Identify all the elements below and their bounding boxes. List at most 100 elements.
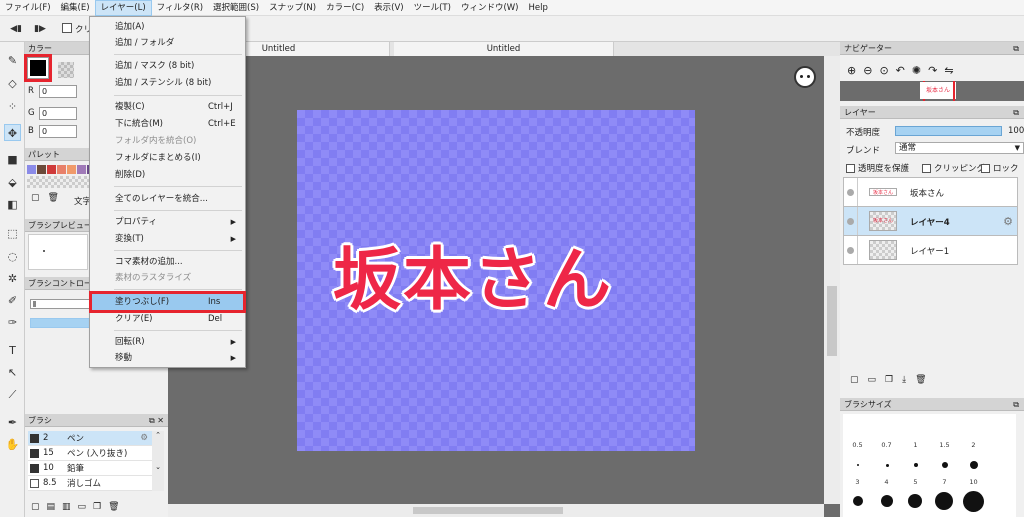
- panel-float-icon[interactable]: ⧉: [1013, 398, 1019, 411]
- blend-select[interactable]: 通常 ▼: [895, 142, 1024, 154]
- rotate-reset-icon[interactable]: ✺: [912, 64, 921, 77]
- brush-size-3[interactable]: 3: [843, 478, 872, 486]
- scrollbar-thumb[interactable]: [827, 286, 837, 356]
- new-folder-icon[interactable]: ▭: [868, 375, 877, 385]
- pen-tool-icon[interactable]: ✎: [4, 52, 21, 69]
- zoom-actual-icon[interactable]: ⊙: [879, 64, 888, 77]
- operation-tool-icon[interactable]: ↖: [4, 364, 21, 381]
- brush-size-1[interactable]: 1: [901, 441, 930, 449]
- bucket-tool-icon[interactable]: ⬙: [4, 174, 21, 191]
- palette-swatch[interactable]: [47, 165, 56, 174]
- brush-size-dot[interactable]: [935, 492, 953, 510]
- dot-tool-icon[interactable]: ⁘: [4, 98, 21, 115]
- eraser-tool-icon[interactable]: ◇: [4, 75, 21, 92]
- panel-float-icon[interactable]: ⧉: [1013, 42, 1019, 55]
- brush-size-5[interactable]: 5: [901, 478, 930, 486]
- brush-size-dot[interactable]: [908, 494, 922, 508]
- eyedropper-icon[interactable]: ✒: [4, 414, 21, 431]
- palette-swatch[interactable]: [27, 165, 36, 174]
- lock-checkbox[interactable]: ロック: [981, 162, 1019, 174]
- menu-item-duplicate[interactable]: 複製(C) Ctrl+J: [91, 99, 244, 115]
- brush-size-1.5[interactable]: 1.5: [930, 441, 959, 449]
- brush-item-pencil[interactable]: 10 鉛筆: [28, 461, 152, 476]
- palette-swatch[interactable]: [77, 165, 86, 174]
- menu-item-rotate[interactable]: 回転(R) ▶: [91, 334, 244, 350]
- palette-empty-swatches[interactable]: [27, 176, 89, 188]
- brush-size-10[interactable]: 10: [959, 478, 988, 486]
- menu-item-properties[interactable]: プロパティ ▶: [91, 214, 244, 230]
- zoom-in-icon[interactable]: ⊕: [847, 64, 856, 77]
- b-input[interactable]: 0: [39, 125, 77, 138]
- menu-view[interactable]: 表示(V): [369, 0, 408, 16]
- menu-layer[interactable]: レイヤー(L): [94, 0, 152, 16]
- menu-filter[interactable]: フィルタ(R): [152, 0, 208, 16]
- brush-list-scrollbar[interactable]: ⌃ ⌄: [152, 431, 164, 491]
- edit-brush-icon[interactable]: ▤: [47, 502, 56, 512]
- menu-item-add-mask[interactable]: 追加 / マスク (8 bit): [91, 58, 244, 74]
- menu-selection[interactable]: 選択範囲(S): [208, 0, 264, 16]
- palette-swatch[interactable]: [57, 165, 66, 174]
- hand-tool-icon[interactable]: ✋: [4, 436, 21, 453]
- slider-thumb[interactable]: [33, 301, 36, 307]
- tab-untitled-2[interactable]: Untitled: [394, 42, 614, 56]
- trash-icon[interactable]: 🗑: [48, 193, 59, 203]
- navigator-thumbnail[interactable]: 坂本さん: [840, 81, 1024, 101]
- layer-row-layer1[interactable]: レイヤー1: [843, 235, 1018, 265]
- menu-window[interactable]: ウィンドウ(W): [456, 0, 524, 16]
- brush-size-dot[interactable]: [963, 491, 984, 512]
- new-page-icon[interactable]: ▢: [31, 193, 40, 203]
- brush-size-0.7[interactable]: 0.7: [872, 441, 901, 449]
- brush-size-dot[interactable]: [853, 496, 863, 506]
- layer-row-sakamoto[interactable]: 坂本さん 坂本さん: [843, 177, 1018, 207]
- r-input[interactable]: 0: [39, 85, 77, 98]
- rotate-right-icon[interactable]: ↷: [928, 64, 937, 77]
- flip-icon[interactable]: ⇋: [944, 64, 953, 77]
- gear-icon[interactable]: ⚙: [140, 433, 148, 443]
- brush-size-0.5[interactable]: 0.5: [843, 441, 872, 449]
- brush-set-icon[interactable]: ▥: [62, 502, 71, 512]
- lasso-tool-icon[interactable]: ◌: [4, 248, 21, 265]
- checkbox-box[interactable]: [981, 163, 990, 173]
- gradient-tool-icon[interactable]: ◧: [4, 196, 21, 213]
- canvas-horizontal-scrollbar[interactable]: [168, 504, 824, 517]
- protect-alpha-checkbox[interactable]: 透明度を保護: [846, 162, 909, 174]
- brush-size-dot[interactable]: [881, 495, 893, 507]
- brush-size-dot[interactable]: [857, 464, 859, 466]
- menu-item-clear[interactable]: クリア(E) Del: [91, 311, 244, 327]
- drawing-canvas[interactable]: 坂本さん: [297, 110, 695, 451]
- menu-color[interactable]: カラー(C): [321, 0, 369, 16]
- visibility-icon[interactable]: [847, 247, 854, 254]
- move-tool-icon[interactable]: ✥: [4, 124, 21, 141]
- toolbar-checkbox[interactable]: [62, 23, 72, 33]
- new-layer-icon[interactable]: ▢: [850, 375, 859, 385]
- brush-size-2[interactable]: 2: [959, 441, 988, 449]
- brush-size-dot[interactable]: [886, 464, 889, 467]
- menu-file[interactable]: ファイル(F): [0, 0, 56, 16]
- select-eraser-icon[interactable]: ✑: [4, 314, 21, 331]
- trash-icon[interactable]: 🗑: [108, 502, 119, 512]
- prev-icon[interactable]: ◀▮: [9, 22, 23, 36]
- menu-item-move[interactable]: 移動 ▶: [91, 350, 244, 366]
- menu-help[interactable]: Help: [523, 0, 552, 16]
- menu-item-add[interactable]: 追加(A): [91, 19, 244, 35]
- menu-item-delete[interactable]: 削除(D): [91, 167, 244, 183]
- menu-item-merge-down[interactable]: 下に統合(M) Ctrl+E: [91, 116, 244, 132]
- palette-swatch[interactable]: [37, 165, 46, 174]
- scrollbar-thumb[interactable]: [413, 507, 563, 514]
- text-tool-icon[interactable]: T: [4, 342, 21, 359]
- checkbox-box[interactable]: [846, 163, 855, 173]
- brush-size-dot[interactable]: [942, 462, 948, 468]
- brush-size-dot[interactable]: [914, 463, 918, 467]
- brush-size-dot[interactable]: [970, 461, 978, 469]
- visibility-icon[interactable]: [847, 189, 854, 196]
- next-icon[interactable]: ▮▶: [33, 22, 47, 36]
- gear-icon[interactable]: ⚙: [1003, 215, 1013, 228]
- layer-row-layer4[interactable]: 坂本さん レイヤー4 ⚙: [843, 206, 1018, 236]
- trash-icon[interactable]: 🗑: [915, 375, 926, 385]
- panel-float-close-icon[interactable]: ⧉ ✕: [149, 414, 164, 427]
- brush-size-slider[interactable]: [30, 299, 90, 309]
- zoom-out-icon[interactable]: ⊖: [863, 64, 872, 77]
- magic-wand-icon[interactable]: ✲: [4, 270, 21, 287]
- canvas-vertical-scrollbar[interactable]: [824, 56, 840, 504]
- menu-edit[interactable]: 編集(E): [56, 0, 95, 16]
